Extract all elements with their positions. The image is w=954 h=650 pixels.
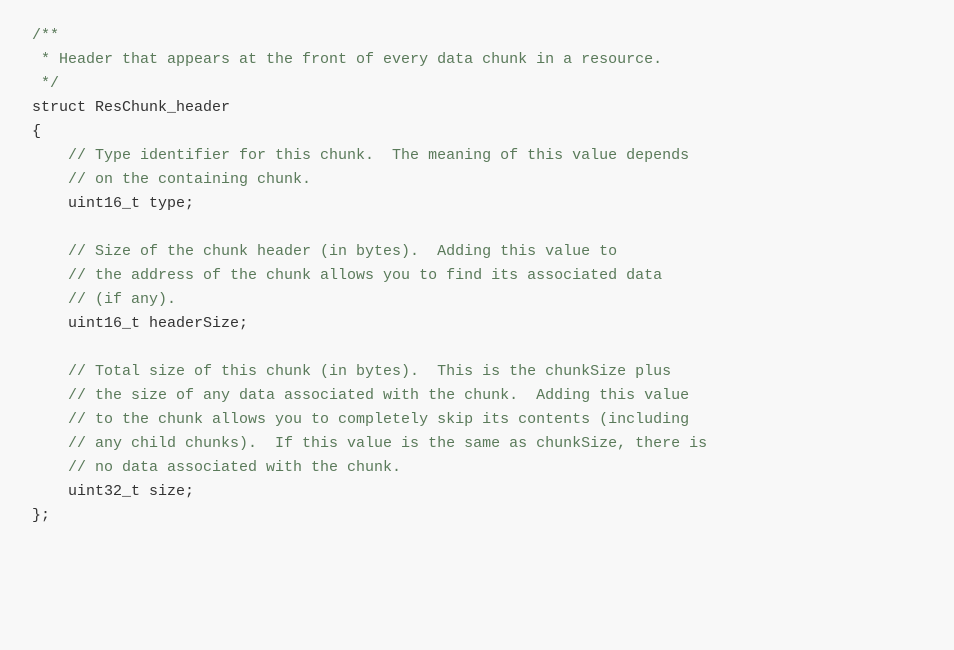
code-line: // the address of the chunk allows you t… — [32, 267, 662, 284]
code-line: // no data associated with the chunk. — [32, 459, 401, 476]
code-line: uint16_t headerSize; — [32, 315, 248, 332]
code-line: struct ResChunk_header — [32, 99, 230, 116]
code-line: // Type identifier for this chunk. The m… — [32, 147, 689, 164]
code-container: /** * Header that appears at the front o… — [0, 0, 954, 650]
code-line: // (if any). — [32, 291, 176, 308]
code-line: // Total size of this chunk (in bytes). … — [32, 363, 671, 380]
code-line: // the size of any data associated with … — [32, 387, 689, 404]
code-block: /** * Header that appears at the front o… — [32, 24, 922, 528]
code-line: uint16_t type; — [32, 195, 194, 212]
code-line: * Header that appears at the front of ev… — [32, 51, 662, 68]
code-line: /** — [32, 27, 59, 44]
code-line: */ — [32, 75, 59, 92]
code-line: // to the chunk allows you to completely… — [32, 411, 689, 428]
code-line: uint32_t size; — [32, 483, 194, 500]
code-line: // any child chunks). If this value is t… — [32, 435, 707, 452]
code-line: }; — [32, 507, 50, 524]
code-line: // on the containing chunk. — [32, 171, 311, 188]
code-line: { — [32, 123, 41, 140]
code-line: // Size of the chunk header (in bytes). … — [32, 243, 617, 260]
